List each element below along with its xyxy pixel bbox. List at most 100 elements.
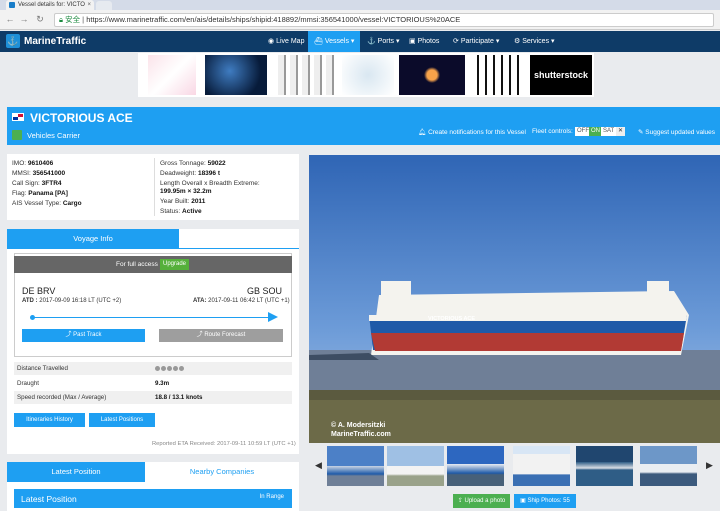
new-tab-button[interactable] [96, 1, 112, 10]
track-icon: ⤴ [65, 332, 72, 338]
tab-title: Vessel details for: VICTO [18, 2, 85, 8]
route-icon: ⤴ [196, 332, 203, 338]
secure-label: 安全 [65, 15, 81, 24]
ship-photos-button[interactable]: ▣ Ship Photos: 55 [514, 494, 576, 508]
favicon-icon [9, 2, 15, 8]
reported-eta: Reported ETA Received: 2017-09-11 10:59 … [152, 441, 296, 447]
mmsi-row: MMSI: 356541000 [12, 170, 66, 177]
in-range-badge: In Range [259, 494, 284, 500]
url-input[interactable]: 🔒︎ 安全 | https://www.marinetraffic.com/en… [54, 13, 714, 27]
divider [154, 158, 155, 216]
bell-icon: 🔔︎ [418, 129, 427, 136]
vessel-name: VICTORIOUS ACE [30, 111, 133, 125]
photo-credit: © A. Modersitzki MarineTraffic.com [331, 421, 391, 439]
length-value: 199.95m × 32.2m [160, 188, 212, 195]
camera-icon: ▣ [409, 38, 418, 45]
itineraries-history-button[interactable]: Itineraries History [14, 413, 85, 427]
latest-position-header: Latest Position In Range [14, 489, 292, 508]
gross-tonnage-row: Gross Tonnage: 59022 [160, 160, 226, 167]
pencil-icon: ✎ [638, 129, 644, 136]
ad-keys-image[interactable] [278, 55, 336, 95]
origin-dot [30, 315, 35, 320]
site-logo[interactable]: ⚓ MarineTraffic [6, 34, 86, 49]
upload-photo-button[interactable]: ⇪ Upload a photo [453, 494, 510, 508]
fleet-sat[interactable]: SAT [601, 127, 617, 136]
menu-participate[interactable]: ⟳ Participate ▾ [447, 31, 505, 52]
suggest-values-link[interactable]: ✎ Suggest updated values [638, 128, 715, 136]
ad-cables-image[interactable] [471, 55, 523, 95]
tab-latest-position[interactable]: Latest Position [7, 462, 145, 482]
camera-icon: ▣ [520, 498, 526, 504]
upgrade-button[interactable]: Upgrade [160, 259, 189, 270]
browser-tab[interactable]: Vessel details for: VICTO × [6, 0, 94, 10]
anchor-icon: ⚓ [367, 38, 378, 45]
ad-planets-image[interactable] [399, 55, 465, 95]
logo-text: MarineTraffic [24, 36, 87, 47]
draught-row: Draught 9.3m [17, 380, 170, 387]
logo-icon: ⚓ [6, 34, 20, 48]
latest-positions-button[interactable]: Latest Positions [89, 413, 155, 427]
ad-space-image[interactable] [205, 55, 267, 95]
arrival-port: GB SOU [247, 286, 283, 296]
route-line [32, 317, 274, 318]
thumbnail-1[interactable] [327, 446, 384, 486]
locked-dots-icon [155, 362, 185, 375]
reload-icon[interactable]: ↻ [34, 14, 46, 25]
menu-services[interactable]: ⚙ Services ▾ [508, 31, 561, 52]
credit-author: © A. Modersitzki [331, 422, 386, 429]
thumbnail-3[interactable] [447, 446, 504, 486]
menu-photos[interactable]: ▣ Photos [403, 31, 445, 52]
tab-underline [7, 248, 299, 249]
full-access-text: For full access [116, 261, 158, 268]
ad-card-image[interactable] [148, 55, 196, 95]
vessel-type-icon [12, 130, 22, 140]
credit-site: MarineTraffic.com [331, 431, 391, 438]
full-access-bar: For full access [14, 256, 292, 273]
status-row: Status: Active [160, 208, 202, 215]
length-label: Length Overall x Breadth Extreme: [160, 180, 260, 187]
menu-ports[interactable]: ⚓ Ports ▾ [361, 31, 405, 52]
upload-icon: ⇪ [457, 498, 463, 504]
fleet-controls-label: Fleet controls: [532, 128, 573, 135]
thumbnail-2[interactable] [387, 446, 444, 486]
menu-live-map[interactable]: ◉ Live Map [262, 31, 310, 52]
thumbs-prev-icon[interactable]: ◀ [315, 460, 322, 471]
departure-port: DE BRV [22, 286, 56, 296]
refresh-icon: ⟳ [453, 38, 461, 45]
ad-items-image[interactable] [342, 55, 394, 95]
atd-time: ATD : 2017-09-09 16:18 LT (UTC +2) [22, 298, 122, 304]
menu-vessels[interactable]: ⛴ Vessels ▾ [308, 31, 361, 52]
deadweight-row: Deadweight: 18396 t [160, 170, 220, 177]
imo-row: IMO: 9610406 [12, 160, 54, 167]
gear-icon: ⚙ [514, 38, 523, 45]
thumbnail-6[interactable] [640, 446, 697, 486]
thumbnail-4[interactable] [513, 446, 570, 486]
thumbs-next-icon[interactable]: ▶ [706, 460, 713, 471]
hull-name-text: VICTORIOUS ACE [428, 316, 476, 322]
past-track-button[interactable]: ⤴ Past Track [22, 329, 145, 342]
vessel-type: Vehicles Carrier [27, 131, 80, 140]
panama-flag-icon [12, 113, 24, 121]
globe-icon: ◉ [268, 38, 277, 45]
callsign-row: Call Sign: 3FTR4 [12, 180, 62, 187]
url-text: https://www.marinetraffic.com/en/ais/det… [86, 15, 461, 24]
ata-time: ATA: 2017-09-11 06:42 LT (UTC +1) [193, 298, 290, 304]
tab-nearby-companies[interactable]: Nearby Companies [145, 462, 299, 482]
vessel-photo[interactable] [309, 155, 720, 443]
back-icon[interactable]: ← [4, 14, 16, 24]
create-notifications-link[interactable]: 🔔︎ Create notifications for this Vessel [418, 128, 526, 136]
route-forecast-button[interactable]: ⤴ Route Forecast [159, 329, 283, 342]
flag-row: Flag: Panama [PA] [12, 190, 68, 197]
thumbnail-5[interactable] [576, 446, 633, 486]
year-built-row: Year Built: 2011 [160, 198, 206, 205]
latest-position-title: Latest Position [21, 494, 77, 504]
forward-icon[interactable]: → [18, 14, 30, 24]
ais-type-row: AIS Vessel Type: Cargo [12, 200, 82, 207]
distance-row: Distance Travelled [14, 362, 292, 375]
tab-voyage-info[interactable]: Voyage Info [7, 229, 179, 248]
route-arrow-icon [268, 312, 278, 322]
close-icon[interactable]: × [87, 0, 91, 10]
fleet-close-icon[interactable]: ✕ [616, 127, 626, 136]
ship-icon: ⛴ [314, 38, 325, 45]
ad-shutterstock[interactable]: shutterstock [530, 55, 592, 95]
